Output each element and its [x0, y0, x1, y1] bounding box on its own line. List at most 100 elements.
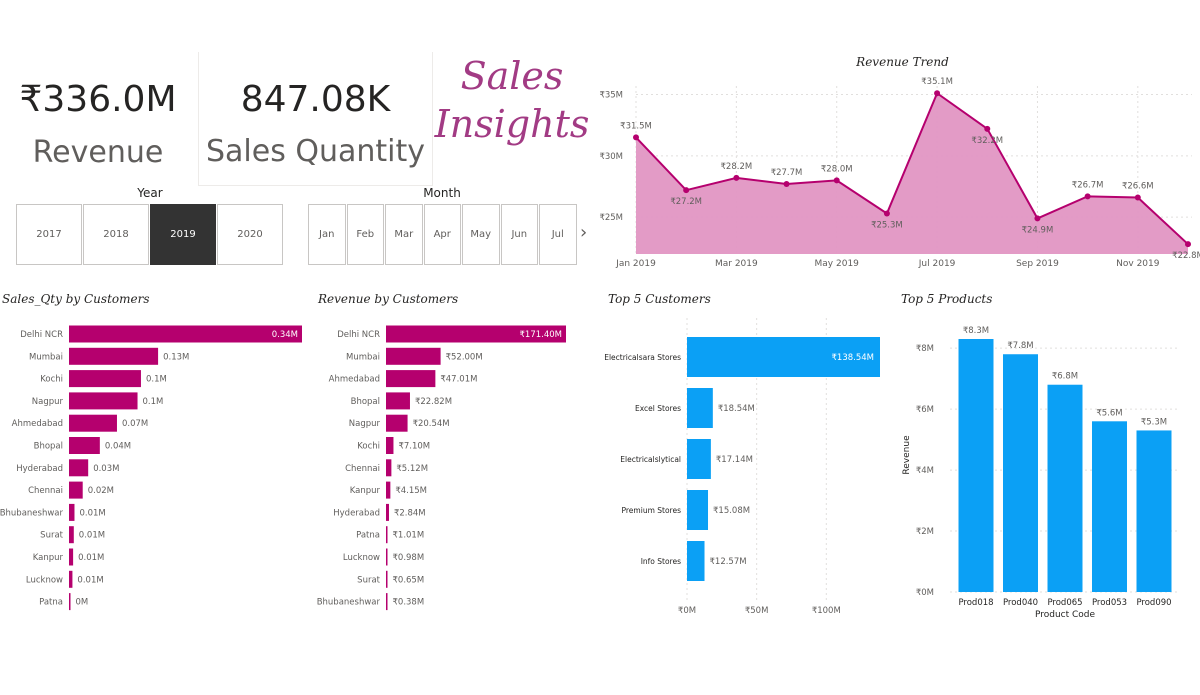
trend-data-label: ₹28.2M — [721, 162, 753, 172]
trend-area — [636, 93, 1188, 255]
top5p-category-label: Prod090 — [1136, 598, 1171, 608]
top5c-category-label: Info Stores — [641, 557, 681, 566]
qty-bar — [69, 414, 117, 432]
top5c-bar — [687, 388, 713, 428]
trend-data-label: ₹24.9M — [1022, 225, 1054, 235]
trend-x-tick: Jan 2019 — [615, 259, 656, 269]
top5c-bar — [687, 439, 711, 479]
top5c-category-label: Electricalslytical — [620, 455, 681, 464]
trend-point — [833, 177, 840, 184]
top5c-bar — [687, 490, 709, 530]
qty-bar — [69, 325, 302, 343]
top5p-bar — [1047, 384, 1083, 592]
qty-data-label: 0.1M — [143, 397, 164, 407]
top5c-x-tick: ₹50M — [745, 606, 769, 616]
top5c-data-label: ₹15.08M — [713, 506, 750, 516]
top5c-x-tick: ₹100M — [812, 606, 841, 616]
trend-x-tick: May 2019 — [815, 259, 860, 269]
rev-bar — [386, 526, 388, 544]
trend-data-label: ₹25.3M — [871, 221, 903, 231]
trend-point — [1034, 215, 1041, 222]
qty-category-label: Kanpur — [33, 553, 64, 563]
trend-data-label: ₹32.2M — [971, 136, 1003, 146]
qty-bar — [69, 503, 75, 521]
top5p-y-tick: ₹6M — [916, 405, 934, 415]
qty-category-label: Surat — [40, 531, 63, 541]
qty-data-label: 0.1M — [146, 375, 167, 385]
rev-category-label: Bhubaneshwar — [317, 598, 381, 608]
trend-y-tick: ₹35M — [599, 90, 623, 100]
top5p-category-label: Prod065 — [1047, 598, 1082, 608]
top5c-data-label: ₹18.54M — [718, 404, 755, 414]
qty-data-label: 0.01M — [78, 553, 104, 563]
rev-bar — [386, 593, 388, 611]
trend-data-label: ₹27.7M — [771, 168, 803, 178]
top5c-data-label: ₹12.57M — [710, 557, 747, 567]
trend-x-tick: Jul 2019 — [918, 259, 956, 269]
rev-bar — [386, 392, 410, 410]
rev-category-label: Ahmedabad — [329, 375, 380, 385]
top5p-bar — [1092, 421, 1127, 592]
qty-data-label: 0.01M — [77, 575, 103, 585]
qty-bar — [69, 481, 83, 499]
qty-data-label: 0.01M — [79, 508, 105, 518]
top5c-category-label: Electricalsara Stores — [604, 353, 681, 362]
rev-data-label: ₹0.65M — [393, 575, 425, 585]
trend-point — [1185, 241, 1191, 248]
trend-y-tick: ₹30M — [599, 152, 623, 162]
trend-data-label: ₹26.6M — [1122, 182, 1154, 192]
qty-bar — [69, 459, 89, 477]
trend-point — [984, 125, 991, 132]
trend-data-label: ₹26.7M — [1072, 180, 1104, 190]
trend-data-label: ₹27.2M — [670, 197, 702, 207]
rev-bar — [386, 437, 394, 454]
qty-bar — [69, 548, 74, 566]
trend-point — [733, 174, 740, 181]
rev-data-label: ₹22.82M — [415, 397, 452, 407]
rev-bar — [386, 459, 392, 477]
qty-category-label: Kochi — [40, 375, 63, 385]
qty-category-label: Bhubaneshwar — [0, 508, 63, 518]
rev-bar — [386, 370, 436, 388]
rev-data-label: ₹4.15M — [395, 486, 427, 496]
qty-category-label: Nagpur — [32, 397, 64, 407]
qty-data-label: 0.03M — [93, 464, 119, 474]
qty-data-label: 0.01M — [79, 531, 105, 541]
rev-category-label: Kanpur — [350, 486, 381, 496]
qty-data-label: 0.04M — [105, 442, 131, 452]
top5p-category-label: Prod018 — [958, 598, 993, 608]
qty-data-label: 0.13M — [163, 352, 189, 362]
trend-data-label: ₹31.5M — [620, 121, 652, 131]
top5p-data-label: ₹5.3M — [1141, 417, 1167, 427]
rev-data-label: ₹7.10M — [398, 442, 430, 452]
qty-category-label: Ahmedabad — [12, 419, 63, 429]
qty-category-label: Hyderabad — [16, 464, 63, 474]
rev-category-label: Kochi — [357, 442, 380, 452]
qty-data-label: 0.02M — [88, 486, 114, 496]
top5p-category-label: Prod053 — [1092, 598, 1127, 608]
qty-category-label: Lucknow — [26, 575, 63, 585]
rev-category-label: Surat — [357, 575, 380, 585]
trend-x-tick: Mar 2019 — [715, 259, 758, 269]
rev-data-label: ₹2.84M — [394, 508, 426, 518]
rev-category-label: Bhopal — [351, 397, 380, 407]
top5p-y-axis-label: Revenue — [902, 435, 912, 475]
top5p-y-tick: ₹8M — [916, 344, 934, 354]
qty-bar — [69, 347, 159, 365]
rev-bar — [386, 481, 391, 499]
qty-data-label: 0M — [76, 598, 89, 608]
top5p-y-tick: ₹0M — [916, 588, 934, 598]
trend-point — [1134, 194, 1141, 201]
qty-category-label: Bhopal — [34, 442, 63, 452]
trend-data-label: ₹28.0M — [821, 164, 853, 174]
trend-point — [633, 134, 639, 141]
rev-data-label: ₹1.01M — [393, 531, 425, 541]
rev-category-label: Delhi NCR — [337, 330, 380, 340]
rev-category-label: Hyderabad — [333, 508, 380, 518]
qty-bar — [69, 392, 138, 410]
qty-data-label: 0.07M — [122, 419, 148, 429]
rev-category-label: Chennai — [345, 464, 380, 474]
top5p-data-label: ₹7.8M — [1007, 341, 1033, 351]
top5p-y-tick: ₹2M — [916, 527, 934, 537]
rev-data-label: ₹171.40M — [520, 330, 562, 340]
